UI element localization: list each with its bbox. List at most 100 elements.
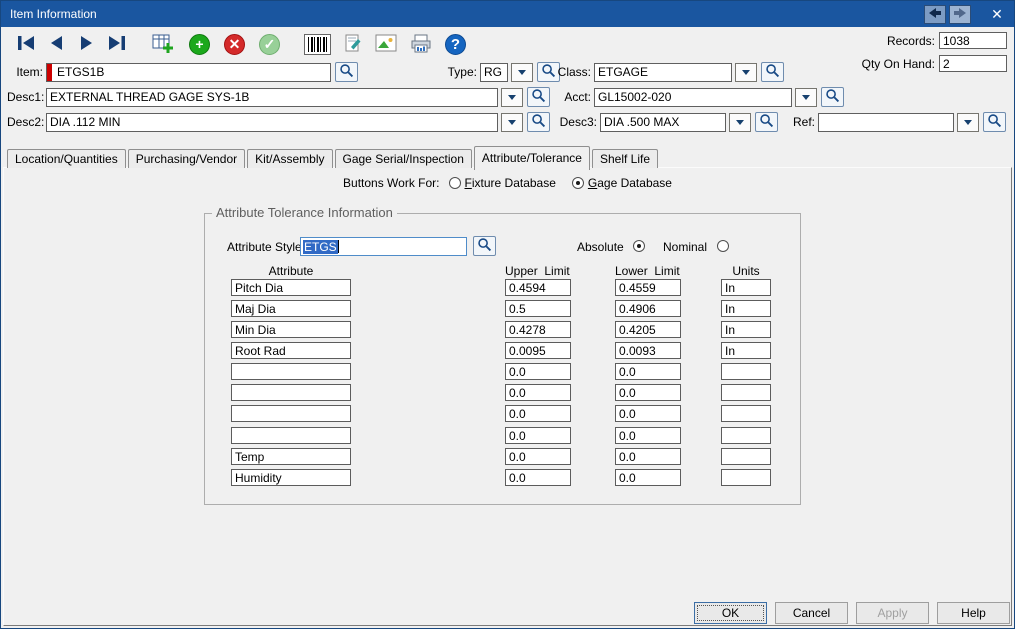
desc1-dropdown-button[interactable]: [501, 88, 523, 107]
close-button[interactable]: ✕: [980, 1, 1014, 27]
add-record-button[interactable]: [151, 32, 175, 56]
type-dropdown-button[interactable]: [511, 63, 533, 82]
lower-limit-input[interactable]: [615, 405, 681, 422]
class-input[interactable]: [594, 63, 732, 82]
desc2-search-button[interactable]: [527, 112, 550, 132]
desc1-search-button[interactable]: [527, 87, 550, 107]
qty-on-hand-input[interactable]: [939, 55, 1007, 72]
units-input[interactable]: [721, 427, 771, 444]
upper-limit-input[interactable]: [505, 363, 571, 380]
next-record-button[interactable]: [77, 32, 95, 56]
last-record-button[interactable]: [106, 32, 128, 56]
tab-attribute-tolerance[interactable]: Attribute/Tolerance: [474, 146, 590, 170]
item-input[interactable]: [46, 63, 331, 82]
attribute-input[interactable]: [231, 300, 351, 317]
lower-limit-input[interactable]: [615, 279, 681, 296]
attribute-input[interactable]: [231, 342, 351, 359]
attribute-input[interactable]: [231, 405, 351, 422]
ref-input[interactable]: [818, 113, 954, 132]
tab-purchasing-vendor[interactable]: Purchasing/Vendor: [128, 149, 245, 168]
units-input[interactable]: [721, 384, 771, 401]
barcode-button[interactable]: [304, 32, 331, 56]
units-input[interactable]: [721, 448, 771, 465]
units-input[interactable]: [721, 321, 771, 338]
tab-gage-serial-inspection[interactable]: Gage Serial/Inspection: [335, 149, 472, 168]
attribute-style-input[interactable]: ETGS: [300, 237, 467, 256]
units-input[interactable]: [721, 469, 771, 486]
lower-limit-input[interactable]: [615, 427, 681, 444]
print-chart-button[interactable]: [409, 32, 433, 56]
previous-record-button[interactable]: [48, 32, 66, 56]
fixture-database-radio[interactable]: [449, 177, 461, 189]
lower-limit-input[interactable]: [615, 384, 681, 401]
lower-limit-input[interactable]: [615, 363, 681, 380]
ref-label: Ref:: [791, 115, 815, 129]
attribute-input[interactable]: [231, 427, 351, 444]
desc2-input[interactable]: [46, 113, 498, 132]
attribute-input[interactable]: [231, 384, 351, 401]
lower-limit-input[interactable]: [615, 321, 681, 338]
tab-kit-assembly[interactable]: Kit/Assembly: [247, 149, 332, 168]
add-button[interactable]: +: [189, 32, 210, 56]
tab-location-quantities[interactable]: Location/Quantities: [7, 149, 126, 168]
class-search-button[interactable]: [761, 62, 784, 82]
apply-button[interactable]: Apply: [856, 602, 929, 624]
ref-search-button[interactable]: [983, 112, 1006, 132]
help-button[interactable]: ?: [445, 32, 466, 56]
gage-database-radio[interactable]: [572, 177, 584, 189]
records-input[interactable]: [939, 32, 1007, 49]
attribute-input[interactable]: [231, 469, 351, 486]
attribute-input[interactable]: [231, 321, 351, 338]
picture-button[interactable]: [375, 32, 397, 56]
titlebar-back-button[interactable]: [924, 5, 946, 24]
upper-limit-input[interactable]: [505, 405, 571, 422]
edit-document-button[interactable]: [343, 32, 363, 56]
units-input[interactable]: [721, 405, 771, 422]
lower-limit-input[interactable]: [615, 448, 681, 465]
desc1-input[interactable]: [46, 88, 498, 107]
delete-button[interactable]: ✕: [224, 32, 245, 56]
upper-limit-input[interactable]: [505, 342, 571, 359]
class-dropdown-button[interactable]: [735, 63, 757, 82]
help-button-footer[interactable]: Help: [937, 602, 1010, 624]
attribute-input[interactable]: [231, 279, 351, 296]
desc2-dropdown-button[interactable]: [501, 113, 523, 132]
upper-limit-input[interactable]: [505, 300, 571, 317]
upper-limit-input[interactable]: [505, 427, 571, 444]
cancel-button[interactable]: Cancel: [775, 602, 848, 624]
units-input[interactable]: [721, 279, 771, 296]
item-search-button[interactable]: [335, 62, 358, 82]
units-input[interactable]: [721, 300, 771, 317]
titlebar-forward-button[interactable]: [949, 5, 971, 24]
attribute-style-search-button[interactable]: [473, 236, 496, 256]
acct-search-button[interactable]: [821, 87, 844, 107]
desc3-input[interactable]: [600, 113, 726, 132]
upper-limit-input[interactable]: [505, 469, 571, 486]
absolute-radio[interactable]: [633, 240, 645, 252]
desc3-dropdown-button[interactable]: [729, 113, 751, 132]
attribute-input[interactable]: [231, 448, 351, 465]
table-row: [205, 427, 800, 444]
acct-dropdown-button[interactable]: [795, 88, 817, 107]
tab-shelf-life[interactable]: Shelf Life: [592, 149, 658, 168]
lower-limit-input[interactable]: [615, 469, 681, 486]
desc3-search-button[interactable]: [755, 112, 778, 132]
chevron-down-icon: [736, 120, 744, 125]
units-input[interactable]: [721, 363, 771, 380]
acct-input[interactable]: [594, 88, 792, 107]
ok-button[interactable]: OK: [694, 602, 767, 624]
search-icon: [825, 88, 840, 106]
upper-limit-input[interactable]: [505, 448, 571, 465]
lower-limit-input[interactable]: [615, 342, 681, 359]
confirm-button[interactable]: ✓: [259, 32, 280, 56]
first-record-button[interactable]: [15, 32, 37, 56]
upper-limit-input[interactable]: [505, 279, 571, 296]
attribute-input[interactable]: [231, 363, 351, 380]
lower-limit-input[interactable]: [615, 300, 681, 317]
upper-limit-input[interactable]: [505, 321, 571, 338]
nominal-radio[interactable]: [717, 240, 729, 252]
ref-dropdown-button[interactable]: [957, 113, 979, 132]
upper-limit-input[interactable]: [505, 384, 571, 401]
type-input[interactable]: [480, 63, 508, 82]
units-input[interactable]: [721, 342, 771, 359]
